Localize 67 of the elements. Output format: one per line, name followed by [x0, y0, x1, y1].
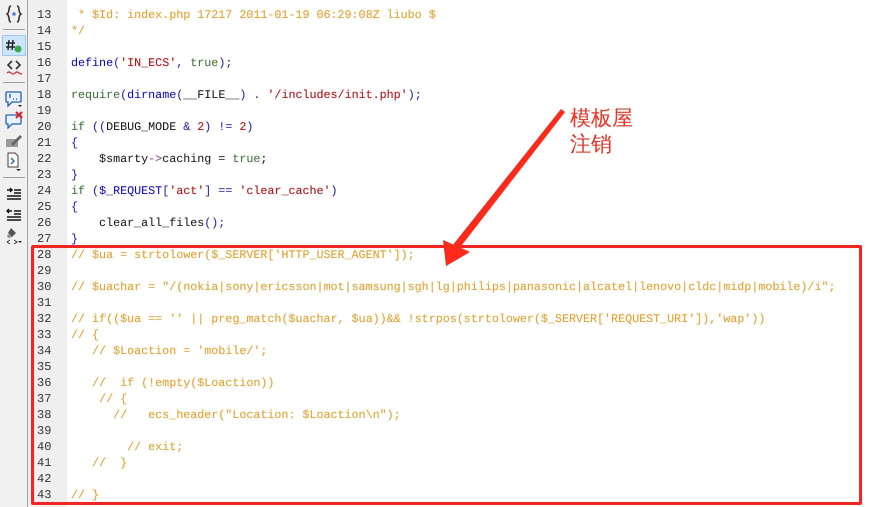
line-number: 36 [36, 375, 52, 391]
line-number: 32 [36, 311, 52, 327]
line-number: 29 [36, 263, 52, 279]
code-line: { [71, 135, 78, 151]
code-line: } [71, 231, 78, 247]
remove-comment-icon [4, 110, 22, 128]
line-number: 27 [36, 231, 52, 247]
code-line: // if (!empty($Loaction)) [91, 375, 274, 391]
annotation-text: 注销 [570, 131, 612, 157]
code-line: // } [91, 455, 128, 471]
code-line: require(dirname(__FILE__) . '/includes/init.php'); [71, 87, 422, 103]
pencil-icon [4, 132, 22, 148]
line-number: 42 [36, 471, 52, 487]
line-number: 22 [36, 151, 52, 167]
line-number: 25 [36, 199, 52, 215]
code-line: define('IN_ECS', true); [71, 55, 232, 71]
line-number: 43 [36, 487, 52, 503]
line-number: 23 [36, 167, 52, 183]
brush-icon [4, 226, 22, 246]
line-number: 24 [36, 183, 52, 199]
code-line: // $ua = strtolower($_SERVER['HTTP_USER_AGENT']); [71, 247, 415, 263]
braces-icon [6, 4, 22, 22]
line-number: 14 [36, 23, 52, 39]
line-number: 33 [36, 327, 52, 343]
line-number: 15 [36, 39, 52, 55]
line-number: 40 [36, 439, 52, 455]
indent-icon [6, 186, 22, 200]
line-number: 37 [36, 391, 52, 407]
code-line: // { [98, 391, 128, 407]
line-number: 34 [36, 343, 52, 359]
code-line: // } [71, 487, 100, 503]
code-line: if ($_REQUEST['act'] == 'clear_cache') [71, 183, 338, 199]
line-number: 13 [36, 7, 52, 23]
line-number: 21 [36, 135, 52, 151]
hash-icon [4, 38, 22, 54]
line-number: 16 [36, 55, 52, 71]
code-line: $smarty->caching = true; [98, 151, 268, 167]
code-line: // if(($ua == '' || preg_match($uachar, $ua))&& !strpos(strtolower($_SERVER['REQUEST_URI']),'wap')) [71, 311, 766, 327]
line-number: 28 [36, 247, 52, 263]
code-line: { [71, 199, 78, 215]
line-number: 41 [36, 455, 52, 471]
line-number: 17 [36, 71, 52, 87]
annotation-text: 模板屋 [570, 105, 633, 131]
code-line: // exit; [126, 439, 184, 455]
code-line: // ecs_header("Location: $Loaction\n"); [112, 407, 401, 423]
toolbar-button[interactable] [2, 35, 26, 56]
code-line: if ((DEBUG_MODE & 2) != 2) [71, 119, 254, 135]
line-number: 31 [36, 295, 52, 311]
code-line: clear_all_files(); [98, 215, 226, 231]
code-check-icon [6, 58, 22, 76]
line-number: 20 [36, 119, 52, 135]
comment-icon [4, 90, 22, 108]
line-number: 18 [36, 87, 52, 103]
line-number: 35 [36, 359, 52, 375]
document-icon [6, 152, 22, 172]
line-number: 30 [36, 279, 52, 295]
code-line: */ [71, 23, 86, 39]
line-number: 39 [36, 423, 52, 439]
line-number: 19 [36, 103, 52, 119]
outdent-icon [6, 208, 22, 222]
code-line: * $Id: index.php 17217 2011-01-19 06:29:08Z liubo $ [77, 7, 436, 23]
code-line: } [71, 167, 78, 183]
line-number: 38 [36, 407, 52, 423]
line-number: 26 [36, 215, 52, 231]
code-line: // { [71, 327, 100, 343]
code-line: // $Loaction = 'mobile/'; [91, 343, 268, 359]
code-line: // $uachar = "/(nokia|sony|ericsson|mot|samsung|sgh|lg|philips|panasonic|alcatel|lenovo|cldc|midp|mobile)/i"; [71, 279, 836, 295]
